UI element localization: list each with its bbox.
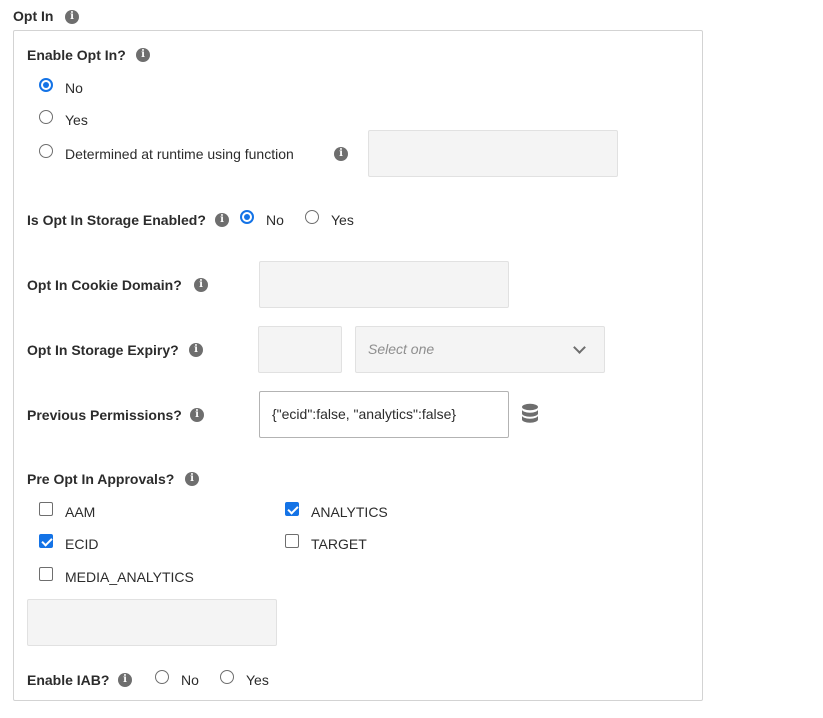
approval-ecid-label: ECID [65, 536, 99, 552]
storage-enabled-yes-radio[interactable] [305, 210, 319, 224]
approval-analytics-checkbox[interactable] [285, 502, 299, 516]
info-icon[interactable]: i [215, 213, 229, 227]
runtime-function-field[interactable] [368, 130, 618, 177]
info-icon[interactable]: i [334, 147, 348, 161]
enable-opt-in-no-radio[interactable] [39, 78, 53, 92]
enable-iab-yes-radio[interactable] [220, 670, 234, 684]
info-icon[interactable]: i [118, 673, 132, 687]
select-placeholder: Select one [368, 341, 435, 357]
cookie-domain-field[interactable] [259, 261, 509, 308]
enable-opt-in-runtime-label: Determined at runtime using function [65, 146, 294, 162]
storage-expiry-unit-select[interactable]: Select one [355, 326, 605, 373]
section-title: Opt In [13, 8, 54, 24]
storage-enabled-no-radio[interactable] [240, 210, 254, 224]
info-icon[interactable]: i [189, 343, 203, 357]
enable-opt-in-yes-label: Yes [65, 112, 88, 128]
cookie-domain-label: Opt In Cookie Domain? [27, 277, 182, 293]
previous-permissions-label: Previous Permissions? [27, 407, 182, 423]
enable-iab-no-label: No [181, 672, 199, 688]
approval-target-label: TARGET [311, 536, 367, 552]
enable-iab-label: Enable IAB? [27, 672, 110, 688]
approval-analytics-label: ANALYTICS [311, 504, 388, 520]
enable-opt-in-runtime-radio[interactable] [39, 144, 53, 158]
info-icon[interactable]: i [185, 472, 199, 486]
pre-approvals-data-field[interactable] [27, 599, 277, 646]
info-icon[interactable]: i [65, 10, 79, 24]
enable-iab-yes-label: Yes [246, 672, 269, 688]
approval-aam-checkbox[interactable] [39, 502, 53, 516]
storage-expiry-label: Opt In Storage Expiry? [27, 342, 179, 358]
enable-opt-in-yes-radio[interactable] [39, 110, 53, 124]
approval-ecid-checkbox[interactable] [39, 534, 53, 548]
enable-opt-in-no-label: No [65, 80, 83, 96]
approval-media-analytics-label: MEDIA_ANALYTICS [65, 569, 194, 585]
storage-enabled-no-label: No [266, 212, 284, 228]
storage-expiry-amount-field[interactable] [258, 326, 342, 373]
info-icon[interactable]: i [190, 408, 204, 422]
previous-permissions-field[interactable]: {"ecid":false, "analytics":false} [259, 391, 509, 438]
storage-enabled-yes-label: Yes [331, 212, 354, 228]
pre-approvals-label: Pre Opt In Approvals? [27, 471, 175, 487]
approval-media-analytics-checkbox[interactable] [39, 567, 53, 581]
enable-iab-no-radio[interactable] [155, 670, 169, 684]
info-icon[interactable]: i [194, 278, 208, 292]
approval-aam-label: AAM [65, 504, 96, 520]
info-icon[interactable]: i [136, 48, 150, 62]
approval-target-checkbox[interactable] [285, 534, 299, 548]
storage-enabled-label: Is Opt In Storage Enabled? [27, 212, 206, 228]
enable-opt-in-label: Enable Opt In? [27, 47, 126, 63]
chevron-down-icon [573, 341, 586, 354]
database-icon[interactable] [521, 403, 539, 427]
